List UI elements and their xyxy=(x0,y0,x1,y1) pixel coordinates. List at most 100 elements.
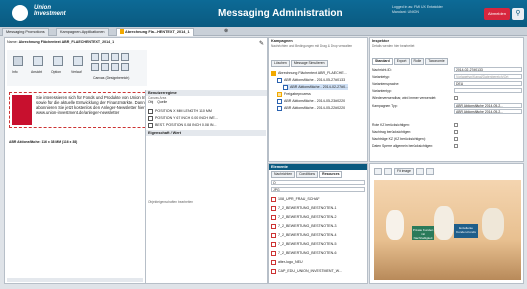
tab-resources[interactable]: Resources xyxy=(319,171,343,178)
component-row[interactable]: POSITION Y 67 INCH 0.00 INCH WE... xyxy=(148,115,218,121)
fit-image-select[interactable]: Fit image xyxy=(394,168,414,175)
preview-image: Private Kunden mit Nachhaltigkeit Exzell… xyxy=(374,180,521,280)
delete-button[interactable]: Löschen xyxy=(271,60,290,67)
undo-icon[interactable] xyxy=(111,63,119,71)
language-select[interactable]: DEU xyxy=(454,81,522,86)
field-label: Variantetyp: xyxy=(372,75,390,79)
component-row[interactable]: POSITION X MM LENGTH 110 MM xyxy=(148,108,212,114)
object-icon xyxy=(148,108,153,114)
info-icon[interactable] xyxy=(13,56,23,66)
horizontal-scrollbar[interactable] xyxy=(7,278,143,282)
align-center-icon[interactable] xyxy=(101,53,109,61)
col-obj: Obj xyxy=(148,100,154,104)
tab-standard[interactable]: Standard xyxy=(372,58,393,65)
zoom-out-icon[interactable] xyxy=(374,168,382,175)
tab-conditions[interactable]: Conditions xyxy=(296,171,319,178)
grid-icon[interactable] xyxy=(91,63,99,71)
supplement-checkbox[interactable] xyxy=(454,130,458,134)
campaign-type-field[interactable]: ABR Aktionsfläche 2014-05-2... xyxy=(454,103,522,108)
campaign-tree-item[interactable]: Freigabeprozess xyxy=(277,91,311,97)
tab-export[interactable]: Export xyxy=(393,58,410,65)
object-icon xyxy=(148,115,153,121)
edit-pencil-icon[interactable]: ✎ xyxy=(259,40,264,47)
history-icon[interactable] xyxy=(73,56,83,66)
properties-title: Eigenschaft / Wert xyxy=(146,130,266,136)
document-icon xyxy=(120,29,124,34)
resource-label: 7_2_BEWERTUNG_BESTNOTEN-4 xyxy=(278,233,337,237)
variant-select[interactable] xyxy=(454,88,522,93)
search-icon[interactable]: ⚲ xyxy=(512,8,524,20)
image-file-icon xyxy=(271,196,276,202)
user-line2: Mandant: UNION xyxy=(392,10,419,14)
logout-button[interactable]: Abmelden xyxy=(484,8,510,20)
campaign-sub: Nachrichten und Bedingungen mit Drag & D… xyxy=(271,44,353,48)
resource-item[interactable]: alter-logo_NEU xyxy=(271,259,303,265)
field-label: Daten Sperre allgemein berücksichtigen: xyxy=(372,144,434,148)
editor-panel: Name: Abrechnung Flächentext ABR_FLAECHE… xyxy=(4,37,268,284)
resource-item[interactable]: CAP_EDU_UNION_INVESTMENT_W... xyxy=(271,268,342,274)
tab-messages[interactable]: Nachrichten xyxy=(271,171,296,178)
resource-label: 7_2_BEWERTUNG_BESTNOTEN-6 xyxy=(278,251,337,255)
campaign-tree-item-selected[interactable]: ABR Aktionsfläche - 2014-02-27#0... xyxy=(283,84,349,90)
sign-1: Private Kunden mit Nachhaltigkeit xyxy=(412,226,434,240)
campaign-tree-item[interactable]: ABR Aktionsfläche - 2014-05-23#0220 xyxy=(277,98,345,104)
tab-role[interactable]: Rolle xyxy=(410,58,425,65)
campaign-tree-root[interactable]: Abrechnung Flächentext ABR_FLAECHE... xyxy=(271,70,347,76)
app-header: Union Investment Messaging Administratio… xyxy=(0,0,527,27)
campaign-tree-item[interactable]: ABR Aktionsfläche - 2014-05-27#0133 xyxy=(277,77,345,83)
tree-label: ABR Aktionsfläche - 2014-05-23#0220 xyxy=(284,99,346,103)
image-file-icon xyxy=(271,250,276,256)
resource-item[interactable]: 7_2_BEWERTUNG_BESTNOTEN-4 xyxy=(271,232,336,238)
variant-type-field[interactable]: Vorlagetyp/Kanal/Datenbereich/Ort xyxy=(454,74,522,79)
resources-title: Elemente xyxy=(269,164,367,170)
tab-kampagnen[interactable]: Kampagnen-Applikationen xyxy=(56,28,109,36)
image-file-icon xyxy=(271,223,276,229)
tab-abrechnung[interactable]: Abrechnung Fla...HENTEXT_2014_1 xyxy=(116,28,194,36)
resource-search-input[interactable]: Q xyxy=(271,180,365,185)
resource-item[interactable]: 7_2_BEWERTUNG_BESTNOTEN-1 xyxy=(271,205,336,211)
message-id-field[interactable]: 2014-02-27#0133 xyxy=(454,67,522,72)
resource-item[interactable]: 7_2_BEWERTUNG_BESTNOTEN-2 xyxy=(271,214,336,220)
resource-item[interactable]: 108_UPR_FRAU_SCHAF xyxy=(271,196,320,202)
sign-2: Exzellente Kunden-Fonds xyxy=(454,224,478,238)
editor-toolbar: Info Ansicht Option Verlauf Canvas (Desi… xyxy=(7,50,147,86)
campaign-panel: Kampagnen Nachrichten und Bedingungen mi… xyxy=(268,37,368,162)
distribute-icon[interactable] xyxy=(121,53,129,61)
field-label: Wiederverwendbar, wird immer verwendet: xyxy=(372,96,437,100)
campaign-tree-item[interactable]: ABR Aktionsfläche - 2014-05-22#0220 xyxy=(277,105,345,111)
close-tab-icon[interactable]: ⊗ xyxy=(224,28,228,34)
logo-text: Union Investment xyxy=(34,5,66,17)
resource-filter-select[interactable]: JPG xyxy=(271,187,365,192)
message-icon xyxy=(277,105,282,111)
download-icon[interactable] xyxy=(415,168,424,175)
field-label: Kampagnen Typ: xyxy=(372,104,398,108)
resource-label: 108_UPR_FRAU_SCHAF xyxy=(278,197,320,201)
redo-icon[interactable] xyxy=(121,63,129,71)
supplement-kz-checkbox[interactable] xyxy=(454,137,458,141)
tab-messaging-promotions[interactable]: Messaging Promotions xyxy=(2,28,49,36)
component-label: POSITION Y 67 INCH 0.00 INCH WE... xyxy=(155,116,218,120)
resource-item[interactable]: 7_2_BEWERTUNG_BESTNOTEN-6 xyxy=(271,250,336,256)
field-label: Nachträge KZ (KZ berücksichtigen): xyxy=(372,137,426,141)
resource-item[interactable]: 7_2_BEWERTUNG_BESTNOTEN-3 xyxy=(271,223,336,229)
document-tab-bar: Messaging Promotions Kampagnen-Applikati… xyxy=(0,27,527,36)
table-icon[interactable] xyxy=(101,63,109,71)
align-right-icon[interactable] xyxy=(111,53,119,61)
tab-taxonomy[interactable]: Taxonomie xyxy=(425,58,448,65)
refresh-icon[interactable] xyxy=(425,168,434,175)
view-icon[interactable] xyxy=(33,56,43,66)
zoom-in-icon[interactable] xyxy=(384,168,392,175)
options-icon[interactable] xyxy=(53,56,63,66)
union-logo-icon xyxy=(12,5,28,21)
component-row[interactable]: BEST. POSITION 0.08 INCH 0.08 IN... xyxy=(148,122,217,128)
name-value: Abrechnung Flächentext ABR_FLAECHENTEXT_… xyxy=(18,40,115,44)
red-kz-checkbox[interactable] xyxy=(454,123,458,127)
image-file-icon xyxy=(271,241,276,247)
simulate-button[interactable]: Message Simulieren xyxy=(290,60,328,67)
align-left-icon[interactable] xyxy=(91,53,99,61)
reusable-checkbox[interactable] xyxy=(454,96,458,100)
campaign-type-field-2[interactable]: ABR Aktionsfläche 2014-05-2... xyxy=(454,109,522,114)
resources-panel: Elemente Nachrichten Conditions Resource… xyxy=(268,163,368,284)
data-lock-checkbox[interactable] xyxy=(454,144,458,148)
resource-item[interactable]: 7_2_BEWERTUNG_BESTNOTEN-5 xyxy=(271,241,336,247)
